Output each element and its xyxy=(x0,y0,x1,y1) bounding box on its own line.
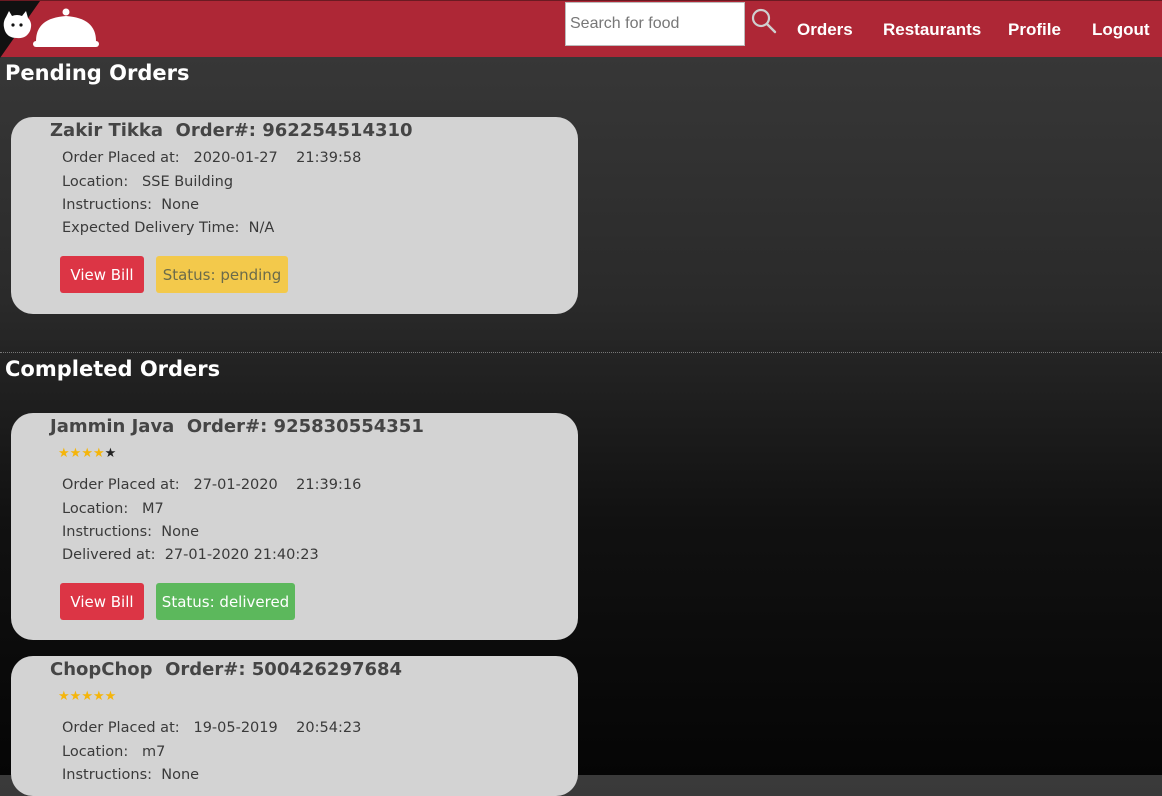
star-filled-icon: ★ xyxy=(69,689,82,704)
rating-stars: ★★★★★ xyxy=(58,689,116,704)
nav-profile-link[interactable]: Profile xyxy=(1008,20,1061,40)
view-bill-button[interactable]: View Bill xyxy=(60,583,144,620)
order-title: ChopChop Order#: 500426297684 xyxy=(50,659,403,680)
star-filled-icon: ★ xyxy=(104,689,117,704)
star-filled-icon: ★ xyxy=(58,689,70,704)
star-empty-icon: ★ xyxy=(104,446,117,461)
view-bill-button[interactable]: View Bill xyxy=(60,256,144,293)
order-placed-at: Order Placed at: 27-01-2020 21:39:16 xyxy=(62,477,362,493)
order-placed-at: Order Placed at: 2020-01-27 21:39:58 xyxy=(62,150,362,166)
order-title: Zakir Tikka Order#: 962254514310 xyxy=(50,120,413,141)
star-filled-icon: ★ xyxy=(69,446,82,461)
nav-orders-link[interactable]: Orders xyxy=(797,20,853,40)
cat-cloche-logo-icon xyxy=(0,1,99,58)
order-instructions: Instructions: None xyxy=(62,767,200,783)
navbar: Orders Restaurants Profile Logout xyxy=(0,0,1162,58)
pending-order-card: Zakir Tikka Order#: 962254514310 Order P… xyxy=(11,117,578,314)
nav-logout-link[interactable]: Logout xyxy=(1092,20,1150,40)
expected-delivery-time: Expected Delivery Time: N/A xyxy=(62,220,275,236)
star-filled-icon: ★ xyxy=(81,446,93,461)
star-filled-icon: ★ xyxy=(92,689,105,704)
order-location: Location: M7 xyxy=(62,501,164,517)
order-placed-at: Order Placed at: 19-05-2019 20:54:23 xyxy=(62,720,362,736)
completed-order-card: ChopChop Order#: 500426297684 ★★★★★ Orde… xyxy=(11,656,578,796)
star-filled-icon: ★ xyxy=(92,446,105,461)
pending-orders-heading: Pending Orders xyxy=(5,61,190,85)
completed-order-card: Jammin Java Order#: 925830554351 ★★★★★ O… xyxy=(11,413,578,640)
star-filled-icon: ★ xyxy=(81,689,93,704)
search-icon[interactable] xyxy=(750,7,778,35)
order-location: Location: SSE Building xyxy=(62,174,234,190)
nav-restaurants-link[interactable]: Restaurants xyxy=(883,20,981,40)
order-instructions: Instructions: None xyxy=(62,524,200,540)
completed-orders-heading: Completed Orders xyxy=(5,357,221,381)
logo[interactable] xyxy=(0,1,100,58)
status-badge-pending: Status: pending xyxy=(156,256,288,293)
section-divider xyxy=(0,352,1162,353)
status-badge-delivered: Status: delivered xyxy=(156,583,295,620)
delivered-at: Delivered at: 27-01-2020 21:40:23 xyxy=(62,547,319,563)
search-input[interactable] xyxy=(565,2,745,46)
rating-stars: ★★★★★ xyxy=(58,446,116,461)
order-instructions: Instructions: None xyxy=(62,197,200,213)
order-location: Location: m7 xyxy=(62,744,166,760)
order-title: Jammin Java Order#: 925830554351 xyxy=(50,416,424,437)
star-filled-icon: ★ xyxy=(58,446,70,461)
